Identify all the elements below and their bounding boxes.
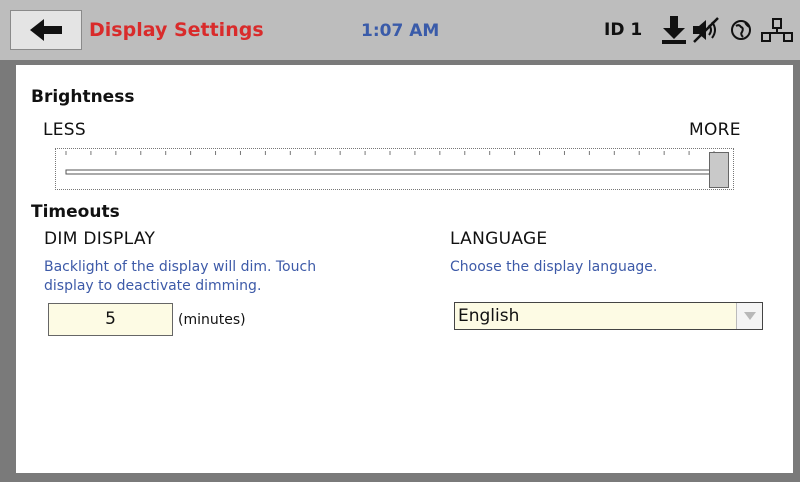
back-button[interactable] — [10, 10, 82, 50]
arrow-left-icon — [30, 19, 62, 41]
network-icon[interactable] — [760, 14, 794, 46]
language-label: LANGUAGE — [450, 229, 548, 249]
brightness-slider[interactable] — [55, 148, 734, 190]
header-bar: Display Settings 1:07 AM ID 1 — [0, 0, 800, 60]
dim-display-hint: Backlight of the display will dim. Touch… — [44, 259, 317, 294]
dim-minutes-input[interactable]: 5 — [48, 303, 173, 336]
clock-display: 1:07 AM — [361, 21, 440, 41]
globe-icon[interactable] — [730, 14, 754, 46]
mute-icon[interactable] — [690, 14, 720, 46]
language-select[interactable]: English — [454, 302, 763, 330]
brightness-slider-track — [65, 151, 715, 175]
settings-panel: Brightness LESS MORE Timeouts DIM DISPLA… — [16, 65, 793, 473]
brightness-heading: Brightness — [31, 87, 135, 107]
chevron-down-icon[interactable] — [736, 303, 762, 329]
dim-minutes-units: (minutes) — [178, 312, 246, 328]
dim-display-label: DIM DISPLAY — [44, 229, 156, 249]
brightness-min-label: LESS — [43, 120, 86, 140]
device-id-label: ID 1 — [604, 20, 643, 40]
language-selected-value: English — [458, 306, 520, 326]
brightness-slider-handle[interactable] — [709, 152, 729, 188]
download-icon[interactable] — [660, 14, 688, 46]
page-title: Display Settings — [89, 19, 264, 41]
timeouts-heading: Timeouts — [31, 202, 120, 222]
language-hint: Choose the display language. — [450, 259, 658, 275]
brightness-max-label: MORE — [689, 120, 741, 140]
